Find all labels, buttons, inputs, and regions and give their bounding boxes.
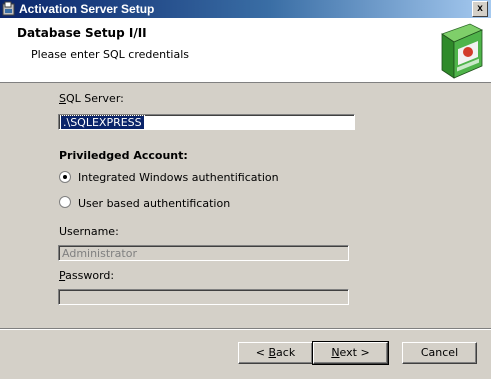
username-label: Username: — [59, 225, 119, 238]
radio-windows-auth[interactable] — [59, 171, 71, 183]
username-value: Administrator — [62, 247, 137, 260]
page-subtitle: Please enter SQL credentials — [31, 48, 190, 61]
radio-user-auth[interactable] — [59, 196, 71, 208]
next-button-hotkey: N — [331, 346, 340, 359]
account-heading: Priviledged Account: — [59, 149, 188, 162]
window-title: Activation Server Setup — [19, 2, 155, 16]
radio-windows-auth-label[interactable]: Integrated Windows authentification — [78, 171, 279, 184]
password-label-rest: assword: — [65, 269, 115, 282]
page-title: Database Setup I/II — [17, 26, 147, 40]
footer-divider — [0, 328, 491, 330]
form-area: SQL Server: .\SQLEXPRESS Priviledged Acc… — [0, 83, 491, 328]
product-box-logo — [441, 23, 483, 79]
sql-server-value: .\SQLEXPRESS — [60, 115, 145, 130]
back-button[interactable]: < Back — [238, 342, 313, 364]
close-button[interactable]: x — [472, 1, 488, 17]
next-button-rest: ext > — [339, 346, 370, 359]
sql-server-label-hotkey: S — [59, 92, 66, 105]
wizard-header: Database Setup I/II Please enter SQL cre… — [0, 18, 491, 83]
next-button[interactable]: Next > — [312, 341, 389, 365]
setup-app-icon — [2, 1, 15, 16]
sql-server-label: SQL Server: — [59, 92, 124, 105]
password-input[interactable] — [58, 289, 349, 305]
back-button-prefix: < — [255, 346, 269, 359]
cancel-button[interactable]: Cancel — [402, 342, 477, 364]
title-bar[interactable]: Activation Server Setup x — [0, 0, 491, 18]
sql-server-label-rest: QL Server: — [65, 92, 124, 105]
username-input[interactable]: Administrator — [58, 245, 349, 261]
radio-selected-dot — [63, 175, 67, 179]
back-button-rest: ack — [276, 346, 296, 359]
password-label: Password: — [59, 269, 114, 282]
sql-server-input[interactable]: .\SQLEXPRESS — [58, 114, 355, 130]
radio-user-auth-label[interactable]: User based authentification — [78, 197, 230, 210]
close-icon: x — [477, 3, 483, 14]
back-button-hotkey: B — [268, 346, 277, 359]
